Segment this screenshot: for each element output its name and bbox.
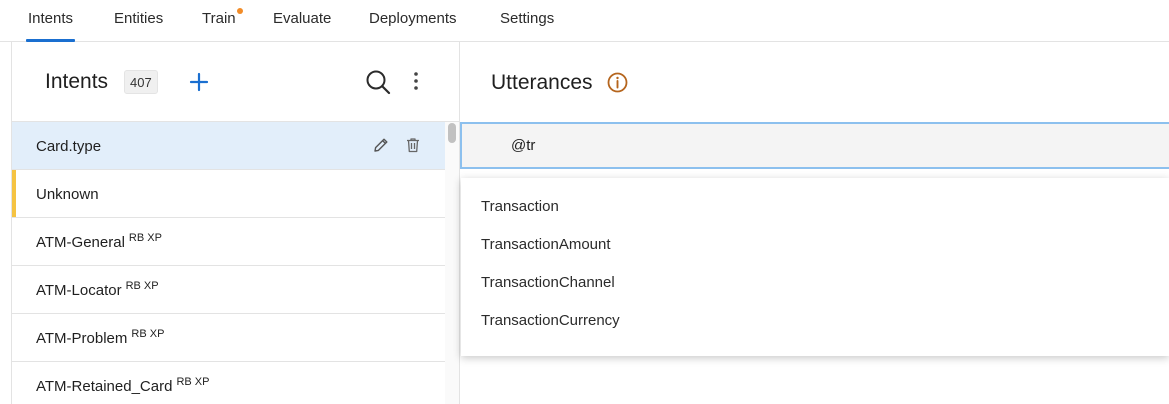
tab-evaluate[interactable]: Evaluate bbox=[273, 0, 331, 42]
entity-suggestion-dropdown: Transaction TransactionAmount Transactio… bbox=[461, 178, 1169, 356]
delete-intent-button[interactable] bbox=[404, 136, 422, 154]
intent-item-unknown[interactable]: Unknown bbox=[12, 170, 445, 218]
intent-item-label: Unknown bbox=[36, 186, 99, 203]
search-intents-button[interactable] bbox=[364, 68, 392, 96]
tab-settings[interactable]: Settings bbox=[500, 0, 554, 42]
intent-item-atm-problem[interactable]: ATM-Problem RB XP bbox=[12, 314, 445, 362]
top-tab-bar: Intents Entities Train Evaluate Deployme… bbox=[0, 0, 1169, 42]
search-icon bbox=[366, 70, 391, 95]
info-circle-icon bbox=[607, 72, 628, 93]
intent-item-atm-general[interactable]: ATM-General RB XP bbox=[12, 218, 445, 266]
plus-icon bbox=[189, 72, 209, 92]
utterances-info-button[interactable] bbox=[607, 72, 628, 93]
suggestion-transaction-currency[interactable]: TransactionCurrency bbox=[481, 312, 620, 329]
intent-item-atm-locator[interactable]: ATM-Locator RB XP bbox=[12, 266, 445, 314]
panel-divider bbox=[459, 42, 460, 404]
tab-train[interactable]: Train bbox=[202, 0, 236, 42]
intent-list-scrollbar-thumb[interactable] bbox=[448, 123, 456, 143]
intent-tags: RB XP bbox=[125, 280, 159, 292]
intent-item-label: ATM-Retained_Card RB XP bbox=[36, 376, 210, 395]
intents-count-badge: 407 bbox=[124, 70, 158, 94]
intent-tags: RB XP bbox=[131, 328, 165, 340]
pencil-icon bbox=[374, 138, 388, 152]
edit-intent-button[interactable] bbox=[372, 136, 390, 154]
intent-item-atm-retained-card[interactable]: ATM-Retained_Card RB XP bbox=[12, 362, 445, 404]
intent-item-label: Card.type bbox=[36, 138, 102, 155]
intent-name: ATM-Problem bbox=[36, 330, 128, 347]
intent-item-label: ATM-Locator RB XP bbox=[36, 280, 159, 299]
utterances-title: Utterances bbox=[491, 71, 593, 94]
suggestion-transaction-amount[interactable]: TransactionAmount bbox=[481, 236, 611, 253]
intent-name: ATM-Locator bbox=[36, 282, 122, 299]
intent-name: ATM-General bbox=[36, 234, 125, 251]
trash-icon bbox=[407, 138, 419, 153]
more-vertical-icon bbox=[414, 72, 418, 90]
utterance-input[interactable] bbox=[460, 122, 1169, 169]
suggestion-transaction[interactable]: Transaction bbox=[481, 198, 559, 215]
intent-item-card-type[interactable]: Card.type bbox=[12, 122, 445, 170]
intent-list: Card.type Unknown ATM-General RB XP ATM-L… bbox=[12, 122, 445, 404]
tab-intents[interactable]: Intents bbox=[25, 0, 76, 42]
intent-tags: RB XP bbox=[176, 376, 210, 388]
suggestion-transaction-channel[interactable]: TransactionChannel bbox=[481, 274, 615, 291]
intents-title: Intents bbox=[45, 70, 109, 93]
intent-name: ATM-Retained_Card bbox=[36, 378, 173, 395]
tab-deployments[interactable]: Deployments bbox=[369, 0, 457, 42]
more-options-button[interactable] bbox=[406, 70, 426, 94]
intent-list-scrollbar-track[interactable] bbox=[445, 122, 459, 404]
intent-item-label: ATM-General RB XP bbox=[36, 232, 162, 251]
add-intent-button[interactable] bbox=[187, 70, 211, 94]
tab-entities[interactable]: Entities bbox=[114, 0, 163, 42]
intent-item-label: ATM-Problem RB XP bbox=[36, 328, 165, 347]
train-notification-dot bbox=[237, 8, 243, 14]
intent-tags: RB XP bbox=[128, 232, 162, 244]
